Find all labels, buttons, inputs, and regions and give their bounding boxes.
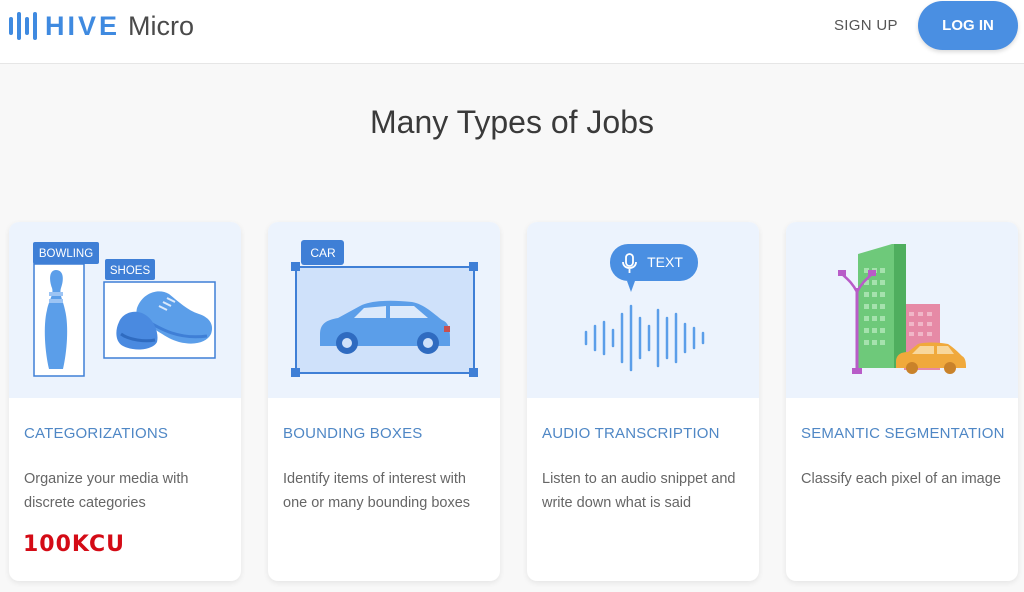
hive-micro-logo[interactable]: HIVE Micro — [9, 10, 194, 42]
job-card-categorizations[interactable]: BOWLING SHOES CATEGORIZATIONS Organize y… — [9, 222, 241, 581]
audio-waveform-illustration: TEXT — [584, 244, 705, 372]
sign-up-link[interactable]: SIGN UP — [834, 17, 898, 34]
top-navigation-bar: HIVE Micro SIGN UP LOG IN — [0, 0, 1024, 64]
log-in-button[interactable]: LOG IN — [918, 1, 1018, 50]
job-card-semantic-segmentation[interactable]: SEMANTIC SEGMENTATION Classify each pixe… — [786, 222, 1018, 581]
card-title: BOUNDING BOXES — [283, 425, 423, 442]
bowling-shoes-illustration: BOWLING SHOES — [33, 242, 216, 377]
logo-brand-text: HIVE — [45, 10, 121, 41]
tag-bowling: BOWLING — [39, 248, 93, 260]
job-card-audio-transcription[interactable]: TEXT AUDIO TRANSCRIPTION Listen to an au… — [527, 222, 759, 581]
bounding-boxes-illustration: CAR — [268, 222, 500, 398]
logo-bars-icon — [9, 12, 37, 40]
card-title: SEMANTIC SEGMENTATION — [801, 425, 1005, 442]
tag-text: TEXT — [647, 254, 683, 270]
job-card-bounding-boxes[interactable]: CAR BOUNDING BOXES Identify items of int… — [268, 222, 500, 581]
city-segmentation-illustration — [838, 244, 966, 374]
tag-car: CAR — [310, 246, 336, 260]
card-title: AUDIO TRANSCRIPTION — [542, 425, 720, 442]
card-description: Organize your media with discrete catego… — [24, 471, 189, 511]
semantic-segmentation-illustration — [786, 222, 1018, 398]
card-description: Classify each pixel of an image — [801, 471, 1001, 487]
100kcu-badge: 100KCU — [23, 532, 125, 557]
page-title: Many Types of Jobs — [370, 104, 654, 140]
audio-transcription-illustration: TEXT — [527, 222, 759, 398]
card-description: Identify items of interest with one or m… — [283, 471, 471, 511]
categorizations-illustration: BOWLING SHOES — [9, 222, 241, 398]
car-bounding-box-illustration: CAR — [291, 240, 478, 377]
tag-shoes: SHOES — [110, 265, 151, 277]
logo-product-text: Micro — [128, 10, 195, 41]
card-description: Listen to an audio snippet and write dow… — [542, 471, 736, 511]
card-title: CATEGORIZATIONS — [24, 425, 169, 442]
waveform — [584, 304, 705, 372]
